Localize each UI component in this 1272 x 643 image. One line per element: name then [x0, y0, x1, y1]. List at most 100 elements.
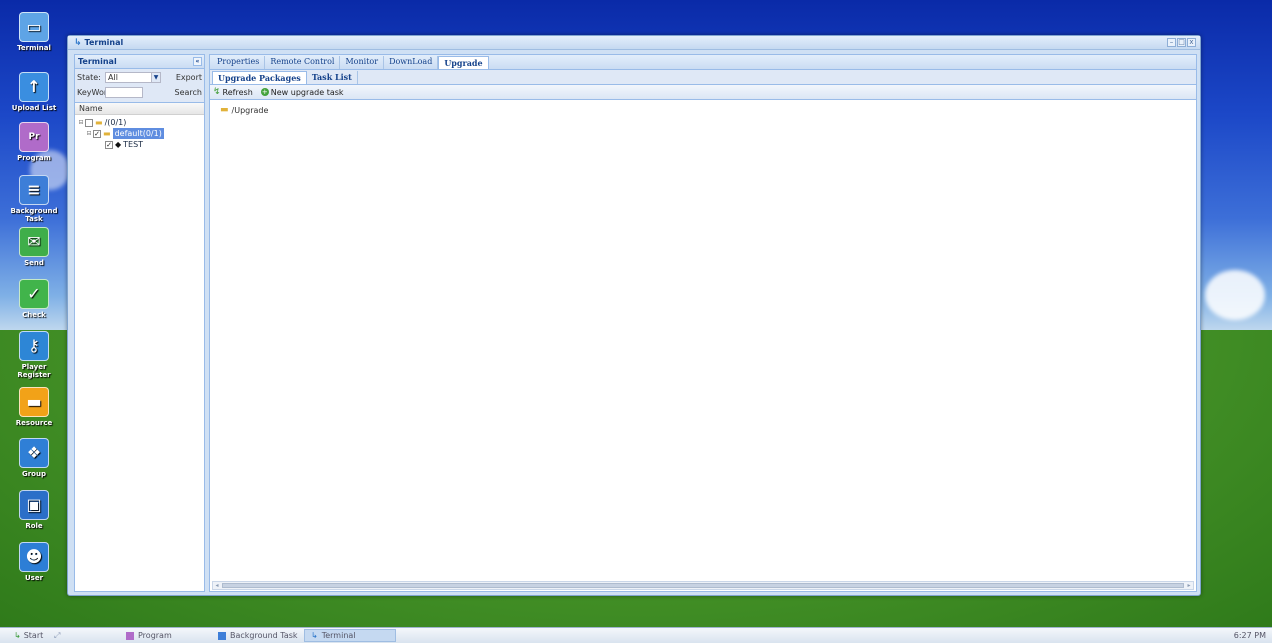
taskbar-item-terminal[interactable]: ↳ Terminal [304, 629, 396, 642]
tree-checkbox[interactable] [85, 118, 93, 127]
folder-icon: ▬ [95, 118, 103, 127]
desktop-icon-resource[interactable]: ▬ Resource [8, 387, 60, 427]
tree-node-label: /(0/1) [104, 118, 127, 127]
desktop-icon-terminal[interactable]: ▭ Terminal [8, 12, 60, 52]
name-column-header[interactable]: Name [75, 103, 204, 115]
collapse-panel-button[interactable]: « [193, 57, 202, 66]
tab-monitor[interactable]: Monitor [340, 56, 385, 69]
upgrade-toolbar: ↯ Refresh + New upgrade task [210, 85, 1196, 100]
desktop-icon-player-register[interactable]: ⚷ Player Register [8, 331, 60, 379]
desktop-icon-send[interactable]: ✉ Send [8, 227, 60, 267]
program-icon: Pr [19, 122, 49, 152]
tab-remote-control[interactable]: Remote Control [265, 56, 341, 69]
state-select-value: All [108, 73, 118, 82]
tree-checkbox[interactable]: ✓ [93, 129, 101, 138]
chevron-down-icon[interactable]: ▼ [151, 73, 160, 82]
keyword-input[interactable] [105, 87, 143, 98]
refresh-button[interactable]: ↯ Refresh [213, 87, 253, 97]
tab-upgrade[interactable]: Upgrade [438, 56, 489, 69]
new-upgrade-task-label: New upgrade task [270, 87, 344, 97]
collapse-node-icon[interactable]: ⊟ [77, 117, 85, 128]
keyword-label: KeyWord [77, 88, 113, 97]
check-icon: ✓ [19, 279, 49, 309]
program-icon [126, 631, 134, 640]
new-upgrade-task-button[interactable]: + New upgrade task [260, 87, 344, 97]
terminal-detail-panel: Properties Remote Control Monitor DownLo… [209, 54, 1197, 592]
tree-node-upgrade-folder[interactable]: ▬ /Upgrade [220, 105, 268, 115]
desktop-icon-upload-list[interactable]: ↑ Upload List [8, 72, 60, 112]
desktop-icon-role[interactable]: ▣ Role [8, 490, 60, 530]
taskbar-clock: 6:27 PM [1233, 631, 1266, 640]
start-icon: ↳ [14, 631, 21, 640]
state-select[interactable]: All ▼ [105, 72, 161, 83]
upload-arrow-icon: ↑ [19, 72, 49, 102]
start-button[interactable]: ↳ Start [14, 631, 54, 640]
terminal-device-icon: ◆ [115, 140, 122, 149]
maximize-button[interactable]: □ [1177, 38, 1186, 47]
tab-task-list[interactable]: Task List [307, 71, 358, 84]
taskbar-item-label: Background Task [230, 631, 298, 640]
desktop-icon-program[interactable]: Pr Program [8, 122, 60, 162]
panel-title: Terminal [78, 57, 117, 66]
state-label: State: [77, 73, 101, 82]
window-titlebar[interactable]: ↳ Terminal [68, 36, 1200, 50]
folder-icon: ▬ [103, 129, 111, 138]
tree-node-label: default(0/1) [112, 128, 164, 139]
scroll-right-icon[interactable]: ▸ [1185, 582, 1193, 589]
tab-upgrade-packages[interactable]: Upgrade Packages [212, 71, 307, 84]
window-controls: – □ x [1167, 38, 1196, 47]
terminal-tree-panel: Terminal « State: All ▼ Export KeyWord S… [74, 54, 205, 592]
desktop-icon-group[interactable]: ❖ Group [8, 438, 60, 478]
desktop-icon-check[interactable]: ✓ Check [8, 279, 60, 319]
state-filter-row: State: All ▼ Export [77, 71, 202, 84]
export-button[interactable]: Export [176, 73, 202, 82]
taskbar: ↳ Start ⤢ Program Background Task ↳ Term… [0, 627, 1272, 643]
add-icon: + [260, 88, 269, 96]
start-label: Start [23, 631, 44, 640]
terminal-window-icon: ↳ [311, 631, 318, 640]
taskbar-item-label: Terminal [321, 631, 356, 640]
collapse-node-icon[interactable]: ⊟ [85, 128, 93, 139]
search-button[interactable]: Search [175, 88, 202, 97]
close-button[interactable]: x [1187, 38, 1196, 47]
tree-node-root[interactable]: ⊟ ▬ /(0/1) [75, 117, 204, 128]
tab-properties[interactable]: Properties [212, 56, 266, 69]
keyword-filter-row: KeyWord Search [77, 86, 202, 99]
desktop-icon-user[interactable]: ☻ User [8, 542, 60, 582]
main-tab-strip: Properties Remote Control Monitor DownLo… [210, 55, 1196, 70]
key-icon: ⚷ [19, 331, 49, 361]
window-title: Terminal [84, 38, 124, 47]
group-icon: ❖ [19, 438, 49, 468]
show-desktop-icon[interactable]: ⤢ [54, 631, 120, 641]
tree-node-test[interactable]: ✓ ◆ TEST [75, 139, 204, 150]
folder-icon: ▬ [220, 105, 229, 115]
taskbar-item-program[interactable]: Program [120, 629, 212, 642]
tree-checkbox[interactable]: ✓ [105, 140, 113, 149]
refresh-label: Refresh [222, 87, 253, 97]
monitor-icon: ▭ [19, 12, 49, 42]
desktop-icon-background-task[interactable]: ≡ Background Task [8, 175, 60, 223]
taskbar-item-label: Program [138, 631, 172, 640]
refresh-icon: ↯ [213, 87, 221, 97]
upgrade-subtab-strip: Upgrade Packages Task List [210, 70, 1196, 85]
terminal-window-icon: ↳ [74, 37, 82, 48]
user-icon: ☻ [19, 542, 49, 572]
filter-form: State: All ▼ Export KeyWord Search [75, 69, 204, 103]
scrollbar-thumb[interactable] [222, 583, 1184, 588]
minimize-button[interactable]: – [1167, 38, 1176, 47]
terminal-window: ↳ Terminal – □ x Terminal « State: All ▼… [67, 35, 1201, 596]
list-icon: ≡ [19, 175, 49, 205]
wallpaper-cloud [1205, 270, 1265, 320]
horizontal-scrollbar[interactable]: ◂ ▸ [212, 581, 1194, 590]
send-icon: ✉ [19, 227, 49, 257]
tree-node-default[interactable]: ⊟ ✓ ▬ default(0/1) [75, 128, 204, 139]
scroll-left-icon[interactable]: ◂ [213, 582, 221, 589]
tree-node-label: TEST [123, 140, 144, 149]
list-icon [218, 631, 226, 640]
panel-header: Terminal « [75, 55, 204, 69]
tab-download[interactable]: DownLoad [384, 56, 439, 69]
upgrade-package-tree: ▬ /Upgrade [210, 102, 1196, 579]
taskbar-item-background-task[interactable]: Background Task [212, 629, 304, 642]
role-icon: ▣ [19, 490, 49, 520]
terminal-tree: ⊟ ▬ /(0/1) ⊟ ✓ ▬ default(0/1) ✓ ◆ TEST [75, 115, 204, 150]
